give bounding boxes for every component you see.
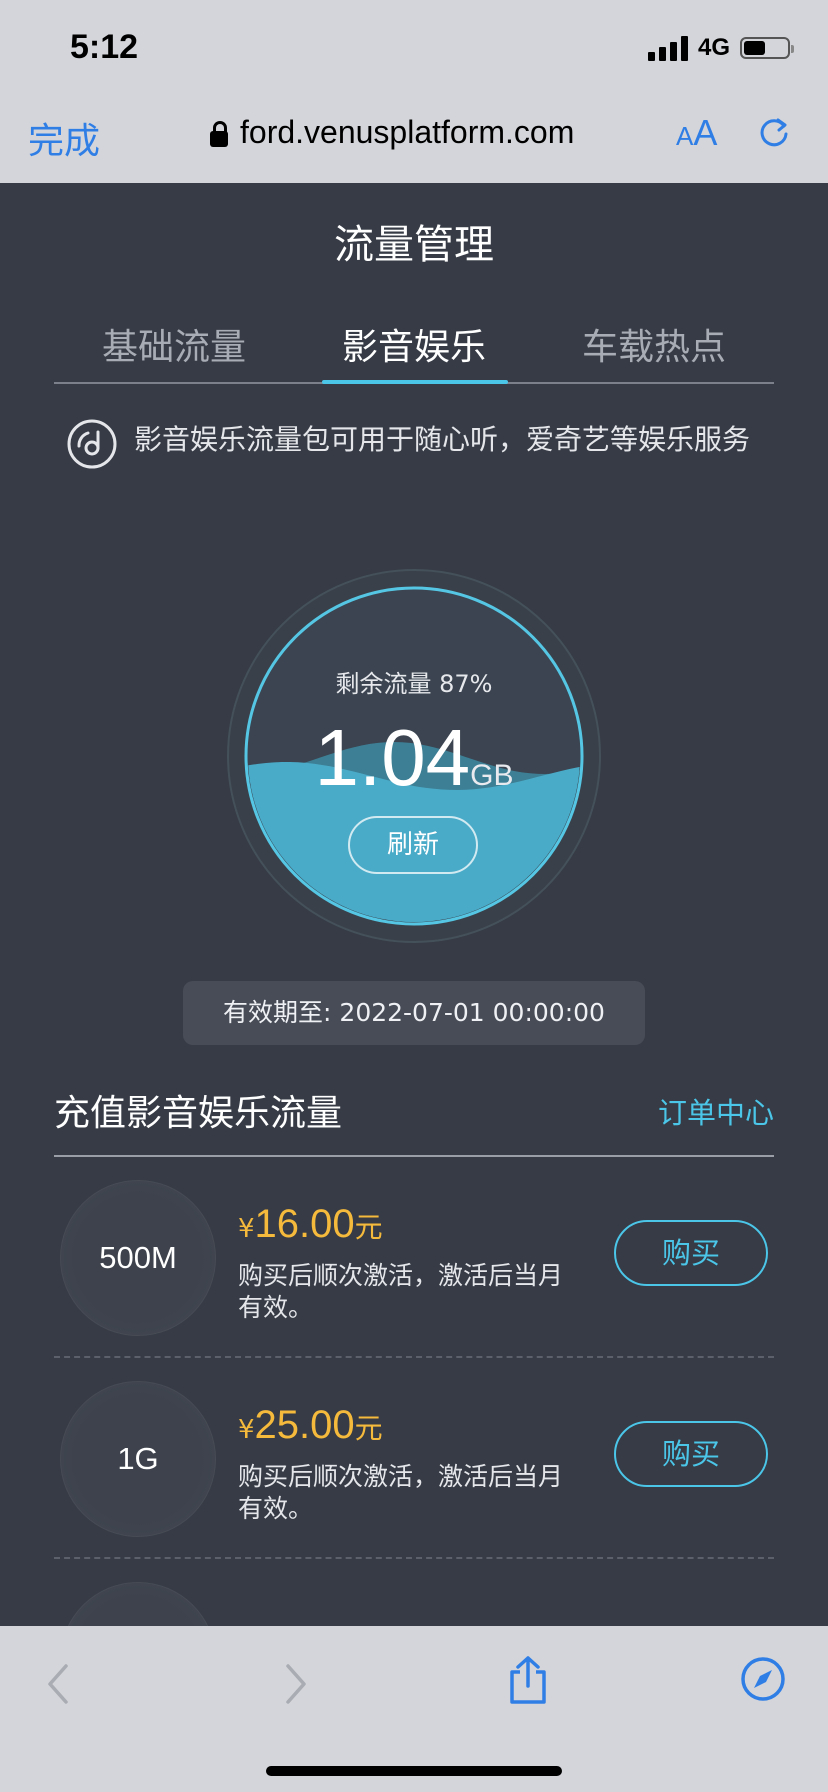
package-price: ¥16.00元	[238, 1202, 383, 1246]
music-disc-icon	[67, 419, 117, 469]
back-icon[interactable]	[44, 1662, 72, 1706]
text-size-button[interactable]: AA	[676, 112, 717, 154]
remaining-unit: GB	[470, 759, 514, 792]
package-item: 500M ¥16.00元 购买后顺次激活，激活后当月有效。 购买	[54, 1176, 774, 1376]
status-indicators: 4G	[647, 34, 794, 62]
remaining-data-label: 剩余流量 87%	[335, 670, 493, 698]
home-indicator	[266, 1766, 562, 1776]
tab-car-hotspot[interactable]: 车载热点	[534, 318, 774, 370]
browser-chrome: 5:12 4G 完成 ford.venusplatform.com AA	[0, 0, 828, 183]
package-description: 购买后顺次激活，激活后当月有效。	[238, 1462, 564, 1523]
lock-icon	[210, 120, 228, 147]
tab-media-entertainment[interactable]: 影音娱乐	[294, 318, 534, 370]
forward-icon[interactable]	[282, 1662, 310, 1706]
signal-icon	[647, 35, 688, 61]
buy-button[interactable]: 购买	[614, 1421, 768, 1487]
network-type: 4G	[697, 34, 730, 61]
info-text: 影音娱乐流量包可用于随心听，爱奇艺等娱乐服务	[134, 423, 751, 456]
compass-icon[interactable]	[740, 1656, 786, 1702]
buy-button[interactable]: 购买	[614, 1220, 768, 1286]
package-description: 购买后顺次激活，激活后当月有效。	[238, 1261, 564, 1322]
package-size: 1G	[60, 1381, 216, 1537]
package-item: 1G ¥25.00元 购买后顺次激活，激活后当月有效。 购买	[54, 1377, 774, 1577]
battery-icon	[740, 37, 794, 59]
share-icon[interactable]	[506, 1654, 550, 1706]
remaining-amount: 1.04	[314, 713, 471, 802]
item-divider	[54, 1356, 774, 1358]
item-divider	[54, 1557, 774, 1559]
url-text: ford.venusplatform.com	[240, 114, 575, 150]
package-size: 500M	[60, 1180, 216, 1336]
tab-bar: 基础流量 影音娱乐 车载热点	[54, 318, 774, 384]
page-title: 流量管理	[334, 222, 494, 268]
address-bar[interactable]: ford.venusplatform.com	[210, 114, 574, 151]
remaining-data-value: 1.04GB	[0, 712, 828, 804]
section-divider	[54, 1155, 774, 1157]
reload-icon[interactable]	[756, 114, 792, 150]
done-button[interactable]: 完成	[28, 112, 100, 164]
status-time: 5:12	[70, 28, 139, 66]
refresh-button[interactable]: 刷新	[348, 816, 478, 874]
expiry-date: 有效期至: 2022-07-01 00:00:00	[183, 981, 645, 1045]
order-center-link[interactable]: 订单中心	[658, 1090, 774, 1132]
section-title: 充值影音娱乐流量	[54, 1093, 343, 1134]
tab-basic-data[interactable]: 基础流量	[54, 318, 294, 370]
package-price: ¥25.00元	[238, 1403, 383, 1447]
active-tab-indicator	[322, 380, 508, 384]
